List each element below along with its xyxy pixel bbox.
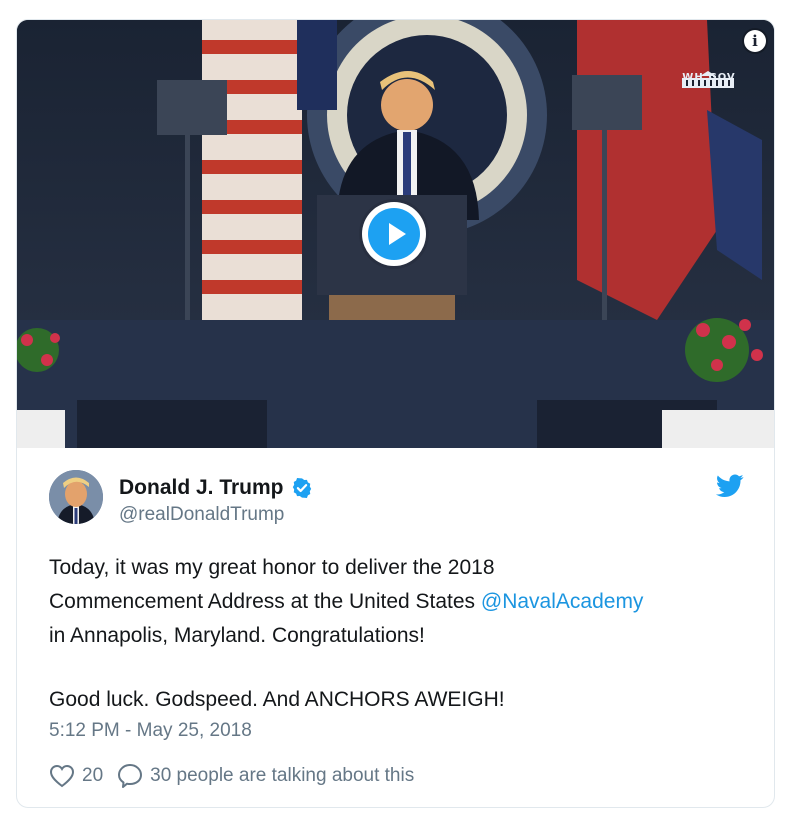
like-count: 20 bbox=[82, 765, 104, 786]
wh-gov-watermark: WH.GOV bbox=[678, 70, 740, 88]
talking-count: 30 people are talking about this bbox=[150, 765, 415, 786]
reply-conversation-button[interactable]: 30 people are talking about this bbox=[117, 763, 414, 789]
white-house-icon bbox=[682, 71, 734, 88]
name-row: Donald J. Trump bbox=[119, 476, 313, 500]
embedded-tweet-card: i WH.GOV Donald J. Trump @realDonaldTrum… bbox=[16, 19, 775, 808]
twitter-bird-icon[interactable] bbox=[716, 474, 744, 498]
mention-link[interactable]: @NavalAcademy bbox=[481, 590, 644, 613]
tweet-actions: 20 30 people are talking about this bbox=[49, 763, 414, 789]
tweet-line: Commencement Address at the United State… bbox=[49, 585, 769, 619]
tweet-line: Good luck. Godspeed. And ANCHORS AWEIGH! bbox=[49, 688, 505, 711]
author-handle[interactable]: @realDonaldTrump bbox=[119, 504, 284, 526]
tweet-line: Today, it was my great honor to deliver … bbox=[49, 556, 495, 579]
tweet-line: in Annapolis, Maryland. Congratulations! bbox=[49, 624, 425, 647]
play-icon bbox=[368, 208, 420, 260]
info-icon[interactable]: i bbox=[744, 30, 766, 52]
tweet-author: Donald J. Trump @realDonaldTrump bbox=[49, 470, 749, 530]
speech-bubble-icon bbox=[118, 764, 143, 788]
author-name[interactable]: Donald J. Trump bbox=[119, 476, 284, 500]
like-button[interactable]: 20 bbox=[49, 764, 103, 788]
verified-badge-icon bbox=[292, 478, 311, 498]
tweet-line-text: Commencement Address at the United State… bbox=[49, 590, 481, 613]
video-player[interactable]: i WH.GOV bbox=[17, 20, 774, 448]
tweet-text: Today, it was my great honor to deliver … bbox=[49, 551, 769, 717]
timestamp-link[interactable]: 5:12 PM - May 25, 2018 bbox=[49, 720, 252, 742]
avatar[interactable] bbox=[49, 470, 103, 524]
heart-icon bbox=[49, 764, 75, 788]
play-button[interactable] bbox=[362, 202, 426, 266]
